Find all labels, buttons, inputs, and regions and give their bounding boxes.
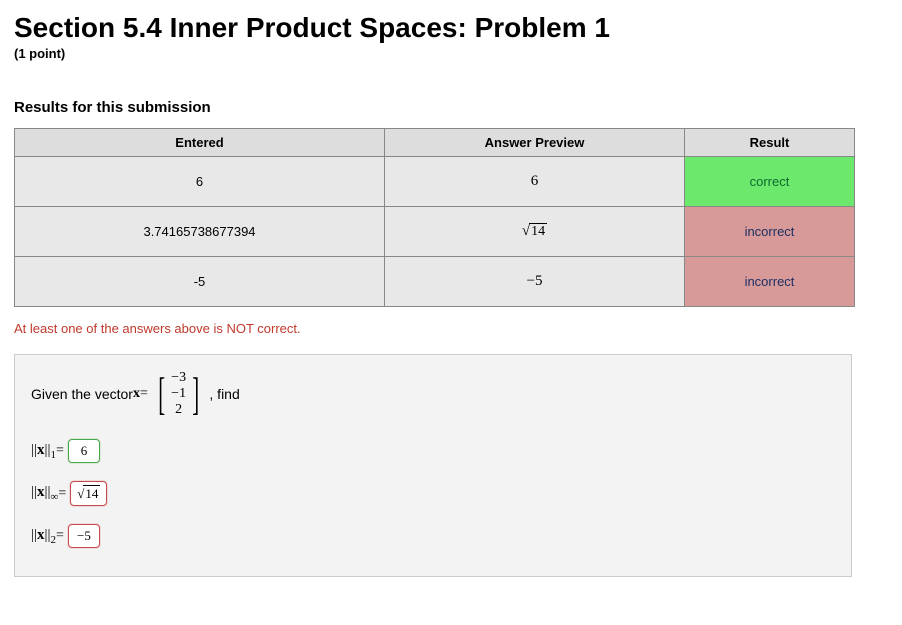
table-row: 6 6 correct — [15, 157, 855, 207]
table-row: -5 −5 incorrect — [15, 257, 855, 307]
equals-sign: = — [56, 528, 64, 544]
header-entered: Entered — [15, 129, 385, 157]
vector-entry: −1 — [171, 386, 186, 402]
answer-input-norm1[interactable]: 6 — [68, 439, 100, 463]
points-label: (1 point) — [14, 46, 888, 61]
answer-input-norminf[interactable]: √14 — [70, 481, 107, 506]
answer-input-norm2[interactable]: −5 — [68, 524, 100, 548]
warning-message: At least one of the answers above is NOT… — [14, 321, 888, 336]
vector-entry: −3 — [171, 370, 186, 386]
equals-sign: = — [140, 386, 148, 402]
cell-result: correct — [685, 157, 855, 207]
cell-entered: -5 — [15, 257, 385, 307]
equals-sign: = — [58, 486, 66, 502]
problem-panel: Given the vector x = [ −3 −1 2 ] , find … — [14, 354, 852, 577]
norminf-row: ||x||∞ = √14 — [31, 481, 835, 506]
given-label: Given the vector — [31, 386, 133, 402]
header-result: Result — [685, 129, 855, 157]
norm1-row: ||x||1 = 6 — [31, 439, 835, 463]
results-table: Entered Answer Preview Result 6 6 correc… — [14, 128, 855, 307]
page-title: Section 5.4 Inner Product Spaces: Proble… — [14, 12, 888, 44]
results-header-row: Entered Answer Preview Result — [15, 129, 855, 157]
sqrt-icon: √14 — [77, 485, 100, 502]
cell-result: incorrect — [685, 257, 855, 307]
given-row: Given the vector x = [ −3 −1 2 ] , find — [31, 369, 835, 419]
vector-entry: 2 — [175, 402, 182, 418]
header-preview: Answer Preview — [385, 129, 685, 157]
vector-x: [ −3 −1 2 ] — [154, 369, 204, 419]
cell-preview: √14 — [385, 207, 685, 257]
sqrt-icon: √14 — [522, 223, 547, 240]
results-heading: Results for this submission — [14, 99, 888, 116]
cell-preview: −5 — [385, 257, 685, 307]
find-label: , find — [209, 386, 239, 402]
cell-result: incorrect — [685, 207, 855, 257]
table-row: 3.74165738677394 √14 incorrect — [15, 207, 855, 257]
x-symbol: x — [133, 386, 140, 402]
norm2-row: ||x||2 = −5 — [31, 524, 835, 548]
cell-preview: 6 — [385, 157, 685, 207]
bracket-left-icon: [ — [158, 377, 165, 412]
cell-entered: 3.74165738677394 — [15, 207, 385, 257]
cell-entered: 6 — [15, 157, 385, 207]
bracket-right-icon: ] — [192, 377, 199, 412]
equals-sign: = — [56, 443, 64, 459]
